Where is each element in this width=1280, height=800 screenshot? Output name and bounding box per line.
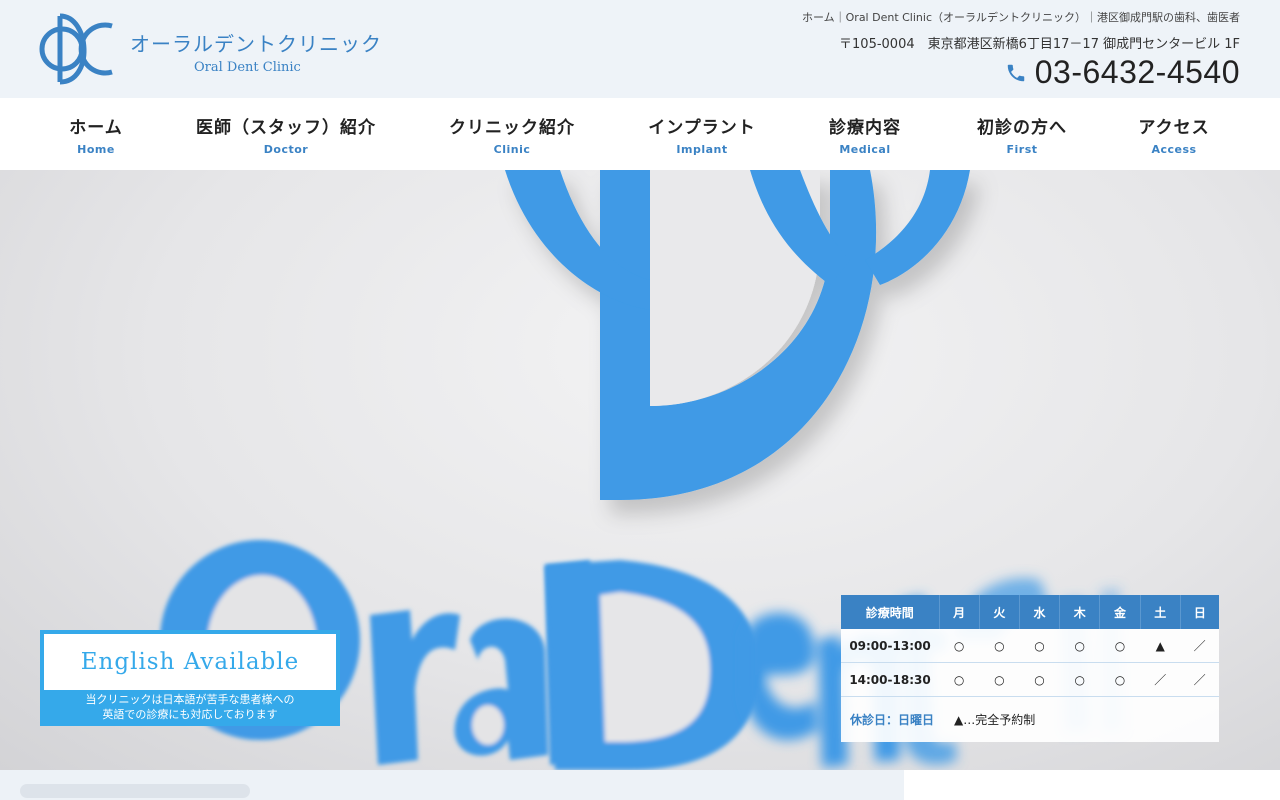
english-available-banner[interactable]: English Available 当クリニックは日本語が苦手な患者様への 英語… [40,630,340,726]
hours-time: 09:00-13:00 [841,629,939,663]
nav-item-first[interactable]: 初診の方へ First [962,98,1082,170]
nav-item-implant[interactable]: インプラント Implant [637,98,767,170]
hours-header-cell: 日 [1180,595,1219,629]
hours-header-row: 診療時間 月 火 水 木 金 土 日 [841,595,1219,629]
closed-day: 休診日：日曜日 [850,712,935,727]
nav-sublabel: Medical [839,142,891,156]
hours-header-cell: 木 [1059,595,1101,629]
nav-item-medical[interactable]: 診療内容 Medical [815,98,915,170]
main-navigation: ホーム Home 医師（スタッフ）紹介 Doctor クリニック紹介 Clini… [0,98,1280,170]
hours-header-cell: 土 [1140,595,1181,629]
hours-cell: ○ [1019,662,1060,697]
phone-contact[interactable]: 03-6432-4540 [1005,54,1240,91]
nav-item-home[interactable]: ホーム Home [46,98,146,170]
hours-cell: ○ [1019,629,1060,663]
hours-cell: ○ [979,662,1020,697]
hours-cell: ○ [1099,662,1141,697]
hours-cell: ／ [1180,662,1219,697]
nav-item-access[interactable]: アクセス Access [1124,98,1224,170]
hours-header-cell: 金 [1099,595,1141,629]
nav-label: クリニック紹介 [449,117,575,138]
hours-cell: ▲ [1140,629,1181,663]
nav-label: インプラント [648,117,756,138]
next-section-left [0,770,904,800]
english-sub-line-2: 英語での診療にも対応しております [102,708,278,721]
hours-cell: ／ [1180,629,1219,663]
hours-header-cell: 診療時間 [841,595,940,629]
hours-cell: ○ [1059,629,1100,663]
odc-logo-mark [39,13,113,85]
phone-icon [1007,64,1024,81]
hours-header-cell: 月 [939,595,980,629]
hours-header-cell: 水 [1019,595,1061,629]
nav-sublabel: Doctor [263,142,309,156]
nav-sublabel: Access [1151,142,1197,156]
english-available-title: English Available [44,634,336,690]
nav-item-clinic[interactable]: クリニック紹介 Clinic [437,98,587,170]
hours-cell: ○ [939,629,980,663]
hours-cell: ○ [1059,662,1100,697]
logo-english-name: Oral Dent Clinic [194,60,301,75]
next-section-preview [0,770,1280,800]
hours-cell: ○ [939,662,980,697]
site-header: オーラルデントクリニック Oral Dent Clinic ホーム｜Oral D… [0,0,1280,98]
hours-row: 14:00-18:30 ○ ○ ○ ○ ○ ／ ／ [841,662,1219,697]
clinic-logo[interactable]: オーラルデントクリニック Oral Dent Clinic [38,12,381,86]
nav-label: 初診の方へ [977,117,1067,138]
english-sub-line-1: 当クリニックは日本語が苦手な患者様への [85,693,295,706]
nav-sublabel: Home [77,142,115,156]
nav-sublabel: First [1006,142,1038,156]
nav-label: 医師（スタッフ）紹介 [196,117,376,138]
hours-row: 09:00-13:00 ○ ○ ○ ○ ○ ▲ ／ [841,629,1219,663]
nav-sublabel: Implant [676,142,728,156]
hours-grid: 診療時間 月 火 水 木 金 土 日 09:00-13:00 ○ ○ ○ ○ ○… [841,595,1219,697]
phone-number[interactable]: 03-6432-4540 [1035,54,1240,91]
hours-header-cell: 火 [979,595,1020,629]
nav-sublabel: Clinic [493,142,531,156]
breadcrumb[interactable]: ホーム｜Oral Dent Clinic（オーラルデントクリニック）｜港区御成門… [802,9,1240,25]
nav-label: 診療内容 [829,117,901,138]
clinic-address: 〒105-0004 東京都港区新橋6丁目17－17 御成門センタービル 1F [839,37,1240,52]
nav-label: アクセス [1138,117,1210,138]
hours-cell: ○ [979,629,1020,663]
hours-time: 14:00-18:30 [841,662,939,697]
nav-label: ホーム [69,117,123,138]
next-section-placeholder [20,784,250,798]
hours-footnote: 休診日：日曜日 ▲…完全予約制 [841,697,1219,741]
hours-cell: ○ [1099,629,1141,663]
logo-japanese-name: オーラルデントクリニック [130,32,382,56]
english-available-description: 当クリニックは日本語が苦手な患者様への 英語での診療にも対応しております [42,692,338,722]
hours-cell: ／ [1140,662,1181,697]
nav-item-doctor[interactable]: 医師（スタッフ）紹介 Doctor [186,98,386,170]
office-hours-table: 診療時間 月 火 水 木 金 土 日 09:00-13:00 ○ ○ ○ ○ ○… [841,595,1219,742]
reservation-note: ▲…完全予約制 [954,712,1036,727]
